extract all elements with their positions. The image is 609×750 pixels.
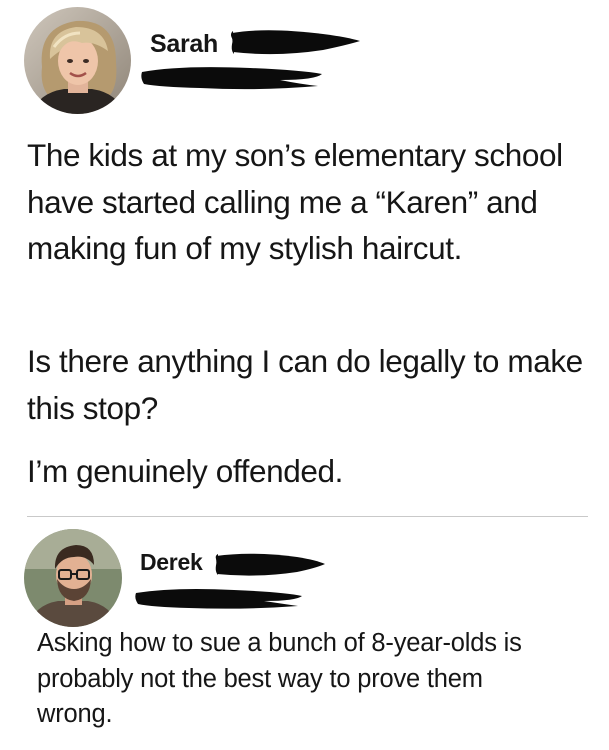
redacted-subtitle-mark bbox=[140, 64, 325, 92]
redacted-subtitle-mark bbox=[134, 586, 304, 610]
derek-avatar[interactable] bbox=[24, 529, 122, 627]
post-divider bbox=[27, 516, 588, 517]
sarah-avatar[interactable] bbox=[24, 7, 131, 114]
reply-author-name[interactable]: Derek bbox=[140, 549, 203, 576]
original-post: Sarah The kids at my son’s elementary sc… bbox=[0, 0, 609, 515]
post-author-name[interactable]: Sarah bbox=[150, 30, 218, 59]
reply-post: Derek Asking how to sue a bunch of 8-yea… bbox=[0, 518, 609, 750]
post-paragraph-1: The kids at my son’s elementary school h… bbox=[27, 137, 563, 266]
post-paragraph-2: Is there anything I can do legally to ma… bbox=[27, 343, 583, 426]
redacted-handle-mark bbox=[227, 28, 362, 58]
redacted-handle-mark bbox=[212, 551, 327, 579]
post-paragraph-3: I’m genuinely offended. bbox=[27, 453, 343, 489]
reply-text: Asking how to sue a bunch of 8-year-olds… bbox=[37, 629, 522, 728]
